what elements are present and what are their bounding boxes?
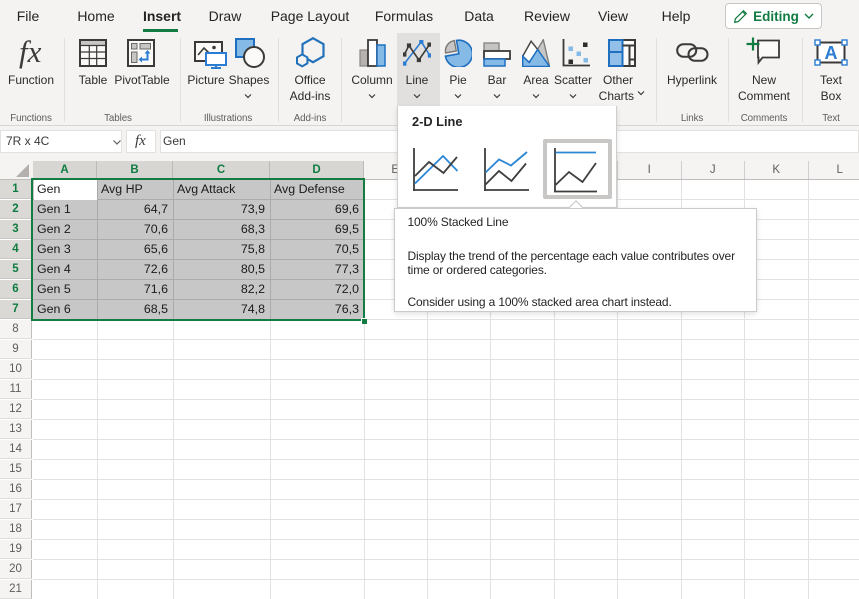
svg-text:A: A [825, 43, 838, 63]
